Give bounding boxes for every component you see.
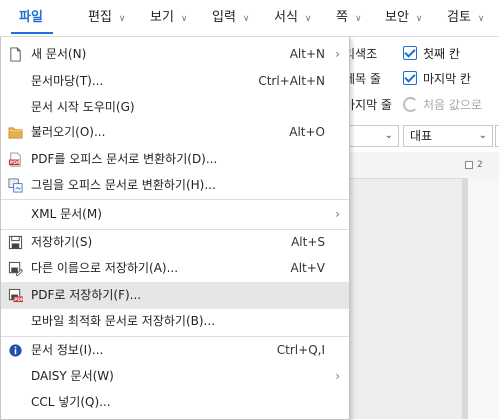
chevron-down-icon: ∨: [477, 14, 485, 24]
menu-divider: [1, 199, 349, 200]
save-as-icon: [8, 261, 23, 276]
vertical-scrollbar[interactable]: [462, 178, 468, 419]
menu-item-save-as-pdf[interactable]: PDF PDF로 저장하기(F)...: [1, 282, 349, 309]
save-icon: [8, 235, 23, 250]
menu-item-document-info[interactable]: 문서 정보(I)... Ctrl+Q,I: [1, 337, 349, 364]
chevron-down-icon: ∨: [415, 14, 423, 24]
menu-bar: 파일 편집 ∨ 보기 ∨ 입력 ∨ 서식 ∨ 쪽 ∨ 보안 ∨ 검토 ∨: [0, 0, 499, 37]
menu-item-image-to-office[interactable]: 그림을 오피스 문서로 변환하기(H)...: [1, 172, 349, 199]
chevron-down-icon: ∨: [242, 14, 250, 24]
menu-item-xml-document[interactable]: XML 문서(M) ›: [1, 201, 349, 228]
chevron-down-icon: ∨: [180, 14, 188, 24]
menu-item-doc-template[interactable]: 문서마당(T)... Ctrl+Alt+N: [1, 68, 349, 95]
tab-edit[interactable]: 편집 ∨: [88, 0, 126, 36]
tab-page[interactable]: 쪽 ∨: [336, 0, 362, 36]
menu-item-new-document[interactable]: 새 문서(N) Alt+N ›: [1, 41, 349, 68]
menu-item-open[interactable]: 불러오기(O)... Alt+O: [1, 119, 349, 146]
tab-security[interactable]: 보안 ∨: [385, 0, 423, 36]
tab-file[interactable]: 파일: [11, 0, 53, 36]
chevron-right-icon: ›: [335, 369, 340, 383]
last-column-checkbox[interactable]: [403, 71, 417, 85]
svg-text:PDF: PDF: [14, 297, 23, 303]
ruler-number: 2: [477, 160, 483, 170]
folder-icon: [8, 127, 23, 139]
last-column-label: 마지막 칸: [423, 72, 471, 86]
menu-item-daisy-document[interactable]: DAISY 문서(W) ›: [1, 363, 349, 390]
menu-item-save-mobile[interactable]: 모바일 최적화 문서로 저장하기(B)...: [1, 308, 349, 335]
size-combo[interactable]: [495, 125, 499, 147]
chevron-down-icon: ⌄: [478, 130, 487, 141]
indent-marker[interactable]: [465, 161, 473, 169]
ruler: 2: [340, 152, 499, 179]
first-column-label: 첫째 칸: [423, 47, 460, 61]
chevron-down-icon: ∨: [354, 14, 362, 24]
style-toolbar: ⌄ 대표 ⌄: [340, 125, 499, 149]
menu-item-save[interactable]: 저장하기(S) Alt+S: [1, 229, 349, 256]
menu-item-insert-ccl[interactable]: CCL 넣기(Q)...: [1, 389, 349, 416]
chevron-down-icon: ∨: [304, 14, 312, 24]
first-column-checkbox[interactable]: [403, 46, 417, 60]
tab-view[interactable]: 보기 ∨: [150, 0, 188, 36]
menu-item-pdf-to-office[interactable]: PDF PDF를 오피스 문서로 변환하기(D)...: [1, 146, 349, 173]
tab-review[interactable]: 검토 ∨: [447, 0, 485, 36]
image-convert-icon: [8, 178, 23, 193]
table-style-ribbon: 리색조 제목 줄 마지막 줄 첫째 칸 마지막 칸 처음 값으로: [340, 37, 499, 118]
style-combo[interactable]: 대표 ⌄: [403, 125, 493, 147]
menu-item-start-wizard[interactable]: 문서 시작 도우미(G): [1, 94, 349, 121]
tab-format[interactable]: 서식 ∨: [274, 0, 312, 36]
save-pdf-icon: PDF: [8, 288, 23, 303]
tab-insert[interactable]: 입력 ∨: [212, 0, 250, 36]
pdf-convert-icon: PDF: [8, 152, 21, 167]
new-document-icon: [10, 47, 21, 62]
last-row-option[interactable]: 마지막 줄: [344, 96, 392, 113]
reset-to-default-button[interactable]: 처음 값으로: [423, 96, 482, 113]
chevron-right-icon: ›: [335, 47, 340, 61]
style-value: 대표: [410, 129, 433, 143]
page[interactable]: [468, 178, 499, 419]
file-menu-dropdown: 새 문서(N) Alt+N › 문서마당(T)... Ctrl+Alt+N 문서…: [0, 37, 350, 420]
chevron-down-icon: ⌄: [384, 130, 393, 141]
chevron-right-icon: ›: [335, 207, 340, 221]
reset-icon: [403, 97, 418, 112]
info-icon: [9, 344, 22, 357]
menu-item-save-as[interactable]: 다른 이름으로 저장하기(A)... Alt+V: [1, 255, 349, 282]
chevron-down-icon: ∨: [118, 14, 126, 24]
svg-text:PDF: PDF: [10, 160, 21, 166]
